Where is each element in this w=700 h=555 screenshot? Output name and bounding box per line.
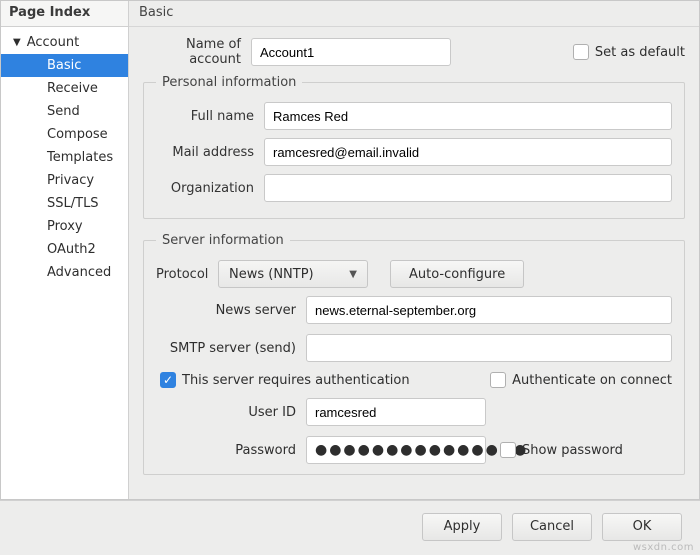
personal-info-legend: Personal information [156,75,302,90]
sidebar-item-proxy[interactable]: Proxy [1,215,128,238]
show-password-label: Show password [522,443,623,458]
sidebar-item-receive[interactable]: Receive [1,77,128,100]
server-info-legend: Server information [156,233,290,248]
label-smtp-server: SMTP server (send) [156,341,306,356]
full-name-input[interactable] [264,102,672,130]
panel-title: Basic [129,1,699,27]
auth-on-connect-label: Authenticate on connect [512,373,672,388]
sidebar-item-oauth2[interactable]: OAuth2 [1,238,128,261]
tree-root-label: Account [27,35,80,50]
checkbox-checked-icon: ✓ [160,372,176,388]
chevron-down-icon: ▼ [349,269,357,280]
checkbox-icon [490,372,506,388]
password-input[interactable]: ●●●●●●●●●●●●●●● [306,436,486,464]
dialog-button-bar: Apply Cancel OK [0,500,700,552]
label-protocol: Protocol [156,267,218,282]
set-default-label: Set as default [595,45,685,60]
label-password: Password [156,443,306,458]
label-full-name: Full name [156,109,264,124]
row-account-name: Name of account Set as default [143,37,685,67]
watermark: wsxdn.com [633,542,694,553]
sidebar-item-basic[interactable]: Basic [1,54,128,77]
server-info-group: Server information Protocol News (NNTP) … [143,233,685,475]
label-organization: Organization [156,181,264,196]
protocol-dropdown[interactable]: News (NNTP) ▼ [218,260,368,288]
protocol-value: News (NNTP) [229,267,314,282]
sidebar-item-compose[interactable]: Compose [1,123,128,146]
sidebar-tree: ▼ Account BasicReceiveSendComposeTemplat… [1,27,128,499]
sidebar-item-send[interactable]: Send [1,100,128,123]
auto-configure-button[interactable]: Auto-configure [390,260,524,288]
label-user-id: User ID [156,405,306,420]
sidebar-header: Page Index [1,1,128,27]
smtp-server-input[interactable] [306,334,672,362]
sidebar: Page Index ▼ Account BasicReceiveSendCom… [1,1,129,499]
news-server-input[interactable] [306,296,672,324]
auth-on-connect-checkbox[interactable]: Authenticate on connect [490,372,672,388]
organization-input[interactable] [264,174,672,202]
personal-info-group: Personal information Full name Mail addr… [143,75,685,219]
main-panel: Basic Name of account Set as default Per… [129,1,699,499]
cancel-button[interactable]: Cancel [512,513,592,541]
requires-auth-checkbox[interactable]: ✓ This server requires authentication [160,372,410,388]
label-news-server: News server [156,303,306,318]
apply-button[interactable]: Apply [422,513,502,541]
sidebar-item-privacy[interactable]: Privacy [1,169,128,192]
show-password-checkbox[interactable]: Show password [500,442,623,458]
preferences-window: Page Index ▼ Account BasicReceiveSendCom… [0,0,700,500]
sidebar-item-templates[interactable]: Templates [1,146,128,169]
account-name-input[interactable] [251,38,451,66]
chevron-down-icon: ▼ [13,37,21,48]
mail-address-input[interactable] [264,138,672,166]
set-default-checkbox[interactable]: Set as default [573,44,685,60]
requires-auth-label: This server requires authentication [182,373,410,388]
ok-button[interactable]: OK [602,513,682,541]
user-id-input[interactable] [306,398,486,426]
tree-root-account[interactable]: ▼ Account [1,31,128,54]
label-mail-address: Mail address [156,145,264,160]
sidebar-item-advanced[interactable]: Advanced [1,261,128,284]
checkbox-icon [573,44,589,60]
checkbox-icon [500,442,516,458]
sidebar-item-ssl-tls[interactable]: SSL/TLS [1,192,128,215]
label-account-name: Name of account [143,37,251,67]
panel-body: Name of account Set as default Personal … [129,27,699,499]
